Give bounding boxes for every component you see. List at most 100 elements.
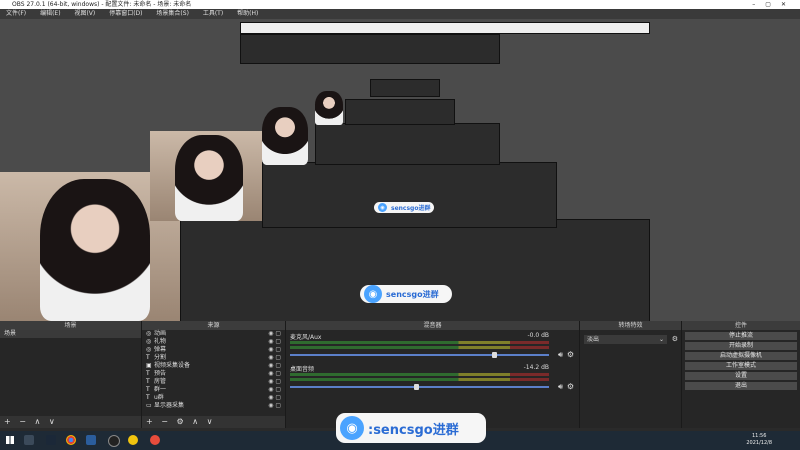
clock-time: 11:56 (751, 433, 767, 439)
transition-select[interactable]: 淡出 ⌄ (584, 335, 667, 344)
text-icon: T (146, 370, 150, 377)
window-controls[interactable]: –▢✕ (752, 0, 796, 9)
window-title: OBS 27.0.1 (64-bit, windows) - 配置文件: 未命名… (12, 1, 192, 8)
nested-preview-1 (180, 219, 650, 321)
nested-preview-4 (345, 99, 455, 125)
menu-edit[interactable]: 编辑(E) (40, 10, 60, 17)
speaker-icon[interactable]: 🔊︎ (558, 382, 563, 392)
gear-icon[interactable]: ⚙ (567, 350, 574, 359)
eye-icon[interactable]: ◉ ▢ (268, 330, 281, 338)
source-item[interactable]: Tu群 ◉ ▢ (142, 394, 285, 402)
gear-icon[interactable]: ⚙ (177, 417, 184, 426)
system-clock[interactable]: 11:56 2021/12/8 (746, 433, 772, 447)
gear-icon[interactable]: ⚙ (567, 382, 574, 391)
control-button[interactable]: 退出 (685, 382, 797, 390)
streamer-video-2 (175, 135, 243, 221)
eye-icon[interactable]: ◉ ▢ (268, 402, 281, 410)
eye-icon[interactable]: ◉ ▢ (268, 346, 281, 354)
add-scene-button[interactable]: + (4, 417, 11, 426)
streamer-video (40, 179, 150, 321)
gear-icon[interactable]: ⚙ (672, 335, 678, 343)
move-down-button[interactable]: ∨ (49, 417, 55, 426)
fader-knob[interactable] (414, 384, 420, 390)
scene-item[interactable]: 场景 (0, 330, 141, 338)
source-item[interactable]: ◎ 动画 ◉ ▢ (142, 330, 285, 338)
source-item[interactable]: T 房管 ◉ ▢ (142, 378, 285, 386)
menu-help[interactable]: 帮助(H) (237, 10, 258, 17)
controls-title: 控件 (682, 321, 800, 330)
volume-fader[interactable] (290, 352, 549, 358)
track-name: 桌面音频 (290, 366, 315, 373)
eye-icon[interactable]: ◉ ▢ (268, 378, 281, 386)
qq-group-badge-small: ◉ sencsgo进群 (374, 202, 434, 213)
menu-tools[interactable]: 工具(T) (203, 10, 223, 17)
add-source-button[interactable]: + (146, 417, 153, 426)
move-up-button[interactable]: ∧ (192, 417, 198, 426)
sources-footer: + − ⚙ ∧ ∨ (142, 416, 285, 428)
controls-dock: 控件 停止推流开始录制启动虚拟摄像机 工作室模式设置退出 (682, 321, 800, 428)
volume-fader[interactable] (290, 384, 549, 390)
source-item[interactable]: T 群一 ◉ ▢ (142, 386, 285, 394)
control-button[interactable]: 设置 (685, 372, 797, 380)
control-button[interactable]: 停止推流 (685, 332, 797, 340)
chrome-icon[interactable] (66, 435, 76, 445)
app2-icon[interactable] (128, 435, 138, 445)
badge-text: :sencsgo进群 (368, 422, 459, 438)
eye-icon[interactable]: ◉ ▢ (268, 354, 281, 362)
source-label: 礼物 (154, 338, 167, 345)
transitions-dock: 转场特效 淡出 ⌄ ⚙ (580, 321, 682, 428)
scenes-dock: 场景 场景 + − ∧ ∨ (0, 321, 142, 428)
eye-icon[interactable]: ◉ ▢ (268, 362, 281, 370)
globe-icon: ◎ (146, 330, 152, 337)
source-label: 视频采集设备 (154, 362, 191, 369)
control-button[interactable]: 开始录制 (685, 342, 797, 350)
app3-icon[interactable] (150, 435, 160, 445)
fader-knob[interactable] (492, 352, 498, 358)
clock-date: 2021/12/8 (746, 440, 772, 446)
volume-meter (290, 373, 549, 376)
scenes-list: 场景 (0, 330, 141, 416)
move-up-button[interactable]: ∧ (35, 417, 41, 426)
source-item[interactable]: T 预告 ◉ ▢ (142, 370, 285, 378)
obs-icon[interactable] (108, 435, 120, 447)
nested-preview-5 (370, 79, 440, 97)
menu-view[interactable]: 视图(V) (74, 10, 95, 17)
control-button[interactable]: 工作室模式 (685, 362, 797, 370)
move-down-button[interactable]: ∨ (207, 417, 213, 426)
source-label: 预告 (154, 370, 167, 377)
eye-icon[interactable]: ◉ ▢ (268, 338, 281, 346)
remove-scene-button[interactable]: − (19, 417, 26, 426)
text-icon: T (146, 386, 150, 393)
windows-start-icon[interactable] (6, 436, 14, 444)
remove-source-button[interactable]: − (161, 417, 168, 426)
text-icon: T (146, 378, 150, 385)
eye-icon[interactable]: ◉ ▢ (268, 386, 281, 394)
source-item[interactable]: T 分割 ◉ ▢ (142, 354, 285, 362)
badge-text: sencsgo进群 (391, 205, 431, 212)
track-db: -0.0 dB (527, 332, 549, 339)
eye-icon[interactable]: ◉ ▢ (268, 394, 281, 402)
source-item[interactable]: ◎ 礼物 ◉ ▢ (142, 338, 285, 346)
chevron-down-icon: ⌄ (658, 336, 664, 343)
search-icon[interactable] (24, 435, 34, 445)
menu-docks[interactable]: 停靠窗口(D) (109, 10, 142, 17)
transitions-body: 淡出 ⌄ ⚙ (580, 330, 681, 428)
controls-body: 停止推流开始录制启动虚拟摄像机 工作室模式设置退出 (682, 330, 800, 428)
qq-icon: ◉ (364, 285, 382, 303)
qq-group-badge: ◉ :sencsgo进群 (336, 413, 486, 443)
nested-preview-2 (262, 162, 557, 228)
menu-file[interactable]: 文件(F) (6, 10, 26, 17)
source-item[interactable]: ▭ 显示器采集 ◉ ▢ (142, 402, 285, 410)
steam-icon[interactable] (46, 435, 56, 445)
menu-scene-collection[interactable]: 场景集合(S) (156, 10, 189, 17)
eye-icon[interactable]: ◉ ▢ (268, 370, 281, 378)
mixer-track: 桌面音频 -14.2 dB 🔊︎ ⚙ (286, 364, 579, 396)
control-button[interactable]: 启动虚拟摄像机 (685, 352, 797, 360)
source-item[interactable]: ▣ 视频采集设备 ◉ ▢ (142, 362, 285, 370)
streamer-video-3 (262, 107, 308, 165)
speaker-icon[interactable]: 🔊︎ (558, 350, 563, 360)
app-icon[interactable] (86, 435, 96, 445)
source-item[interactable]: ◎ 弹幕 ◉ ▢ (142, 346, 285, 354)
source-label: 房管 (154, 378, 167, 385)
preview-canvas[interactable]: ◉ sencsgo进群 ◉ sencsgo进群 (0, 19, 800, 321)
